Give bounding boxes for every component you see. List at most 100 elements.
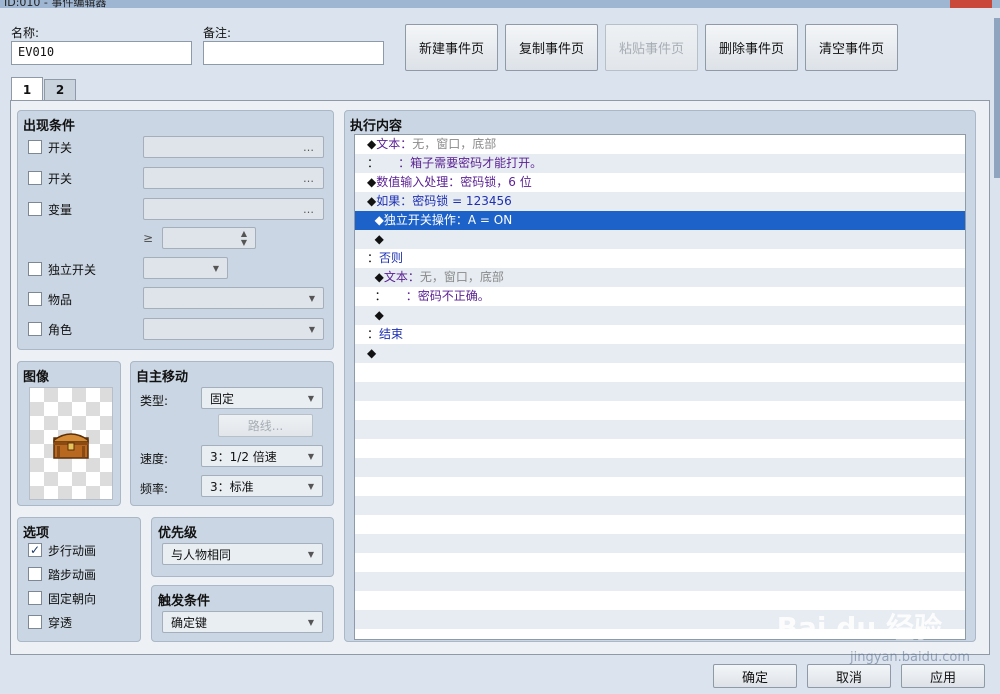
move-route-button[interactable]: 路线... bbox=[218, 414, 313, 437]
priority-title: 优先级 bbox=[158, 526, 198, 541]
switch1-checkbox[interactable] bbox=[28, 140, 42, 154]
name-input[interactable]: EV010 bbox=[11, 41, 192, 65]
through-checkbox[interactable] bbox=[28, 615, 42, 629]
ellipsis-icon: … bbox=[303, 202, 315, 216]
switch2-checkbox[interactable] bbox=[28, 171, 42, 185]
priority-dropdown[interactable]: 与人物相同 ▼ bbox=[162, 543, 323, 565]
move-frequency-dropdown[interactable]: 3：标准 ▼ bbox=[201, 475, 323, 497]
command-row[interactable]: ◆数值输入处理：密码锁，6 位 bbox=[355, 173, 965, 192]
walk-animation-label: 步行动画 bbox=[48, 544, 97, 558]
trigger-title: 触发条件 bbox=[158, 594, 211, 609]
command-marker: ： bbox=[367, 289, 387, 303]
command-row-empty[interactable] bbox=[355, 439, 965, 458]
command-detail: 无，窗口，底部 bbox=[412, 137, 497, 151]
switch2-selector[interactable]: … bbox=[143, 167, 324, 189]
event-image-preview[interactable] bbox=[29, 387, 113, 500]
command-row[interactable]: ◆ bbox=[355, 306, 965, 325]
move-frequency-label: 频率: bbox=[140, 482, 169, 496]
item-dropdown[interactable]: ▼ bbox=[143, 287, 324, 309]
move-speed-value: 3：1/2 倍速 bbox=[210, 449, 277, 464]
chevron-down-icon: ▼ bbox=[212, 263, 219, 273]
copy-event-page-button[interactable]: 复制事件页 bbox=[505, 24, 598, 71]
ellipsis-icon: … bbox=[303, 171, 315, 185]
switch1-selector[interactable]: … bbox=[143, 136, 324, 158]
command-marker: ◆ bbox=[367, 213, 384, 227]
command-row[interactable]: ◆文本：无，窗口，底部 bbox=[355, 135, 965, 154]
tab-page-1[interactable]: 1 bbox=[11, 77, 43, 101]
autonomous-movement-title: 自主移动 bbox=[136, 370, 189, 385]
item-checkbox[interactable] bbox=[28, 292, 42, 306]
self-switch-checkbox[interactable] bbox=[28, 262, 42, 276]
baidu-watermark-url: jingyan.baidu.com bbox=[850, 650, 970, 665]
baidu-watermark: Bai du 经验 bbox=[776, 611, 942, 644]
chevron-down-icon: ▼ bbox=[307, 617, 314, 627]
actor-dropdown[interactable]: ▼ bbox=[143, 318, 324, 340]
event-command-list[interactable]: ◆文本：无，窗口，底部： ：箱子需要密码才能打开。 ◆数值输入处理：密码锁，6 位… bbox=[354, 134, 966, 640]
command-marker: ◆ bbox=[367, 270, 384, 284]
command-row[interactable]: ◆ bbox=[355, 344, 965, 363]
command-row[interactable]: ：否则 bbox=[355, 249, 965, 268]
command-detail: A = ON bbox=[467, 213, 513, 227]
window-close-button[interactable] bbox=[950, 0, 992, 8]
ellipsis-icon: … bbox=[303, 140, 315, 154]
command-row[interactable]: ◆独立开关操作：A = ON bbox=[355, 211, 965, 230]
command-row-empty[interactable] bbox=[355, 496, 965, 515]
window-title-bar: ID:010 - 事件编辑器 bbox=[0, 0, 1000, 9]
command-row-empty[interactable] bbox=[355, 534, 965, 553]
apply-button[interactable]: 应用 bbox=[901, 664, 985, 688]
command-row-empty[interactable] bbox=[355, 363, 965, 382]
variable-checkbox[interactable] bbox=[28, 202, 42, 216]
variable-value-spinner[interactable]: ▲ ▼ bbox=[162, 227, 256, 249]
spinner-arrows-icon: ▲ ▼ bbox=[240, 229, 247, 247]
trigger-dropdown[interactable]: 确定键 ▼ bbox=[162, 611, 323, 633]
command-marker: ： bbox=[367, 327, 380, 341]
move-type-dropdown[interactable]: 固定 ▼ bbox=[201, 387, 323, 409]
command-row-empty[interactable] bbox=[355, 515, 965, 534]
actor-checkbox[interactable] bbox=[28, 322, 42, 336]
command-row[interactable]: ：结束 bbox=[355, 325, 965, 344]
new-event-page-button[interactable]: 新建事件页 bbox=[405, 24, 498, 71]
command-detail: 密码锁，6 位 bbox=[460, 175, 532, 189]
command-name: 文本： bbox=[383, 270, 420, 284]
command-name: 独立开关操作： bbox=[383, 213, 468, 227]
direction-fix-checkbox[interactable] bbox=[28, 591, 42, 605]
command-detail: ：密码不正确。 bbox=[386, 289, 490, 303]
command-row-empty[interactable] bbox=[355, 477, 965, 496]
greater-equal-label: ≥ bbox=[143, 231, 154, 245]
command-row[interactable]: ◆ bbox=[355, 230, 965, 249]
step-animation-label: 踏步动画 bbox=[48, 568, 97, 582]
clear-event-page-button[interactable]: 清空事件页 bbox=[805, 24, 898, 71]
command-marker: ： bbox=[367, 156, 380, 170]
command-row-empty[interactable] bbox=[355, 458, 965, 477]
self-switch-label: 独立开关 bbox=[48, 263, 97, 277]
command-row-empty[interactable] bbox=[355, 572, 965, 591]
window-title: ID:010 - 事件编辑器 bbox=[4, 0, 107, 9]
command-row[interactable]: ： ：箱子需要密码才能打开。 bbox=[355, 154, 965, 173]
tab-page-2[interactable]: 2 bbox=[44, 79, 76, 100]
paste-event-page-button[interactable]: 粘贴事件页 bbox=[605, 24, 698, 71]
variable-selector[interactable]: … bbox=[143, 198, 324, 220]
delete-event-page-button[interactable]: 删除事件页 bbox=[705, 24, 798, 71]
command-row-empty[interactable] bbox=[355, 382, 965, 401]
cancel-button[interactable]: 取消 bbox=[807, 664, 891, 688]
command-row-empty[interactable] bbox=[355, 553, 965, 572]
move-speed-dropdown[interactable]: 3：1/2 倍速 ▼ bbox=[201, 445, 323, 467]
window-scrollbar[interactable] bbox=[994, 18, 1000, 178]
self-switch-dropdown[interactable]: ▼ bbox=[143, 257, 228, 279]
name-label: 名称: bbox=[11, 26, 40, 40]
note-label: 备注: bbox=[203, 26, 232, 40]
chevron-down-icon: ▼ bbox=[308, 293, 315, 303]
step-animation-checkbox[interactable] bbox=[28, 567, 42, 581]
command-row-empty[interactable] bbox=[355, 420, 965, 439]
command-row-empty[interactable] bbox=[355, 401, 965, 420]
chevron-down-icon: ▼ bbox=[308, 324, 315, 334]
command-row[interactable]: ◆如果：密码锁 = 123456 bbox=[355, 192, 965, 211]
command-row[interactable]: ： ：密码不正确。 bbox=[355, 287, 965, 306]
command-row[interactable]: ◆文本：无，窗口，底部 bbox=[355, 268, 965, 287]
command-name: 数值输入处理： bbox=[376, 175, 461, 189]
ok-button[interactable]: 确定 bbox=[713, 664, 797, 688]
contents-title: 执行内容 bbox=[350, 119, 403, 134]
walk-animation-checkbox[interactable]: ✓ bbox=[28, 543, 42, 557]
note-input[interactable] bbox=[203, 41, 384, 65]
through-label: 穿透 bbox=[48, 616, 73, 630]
